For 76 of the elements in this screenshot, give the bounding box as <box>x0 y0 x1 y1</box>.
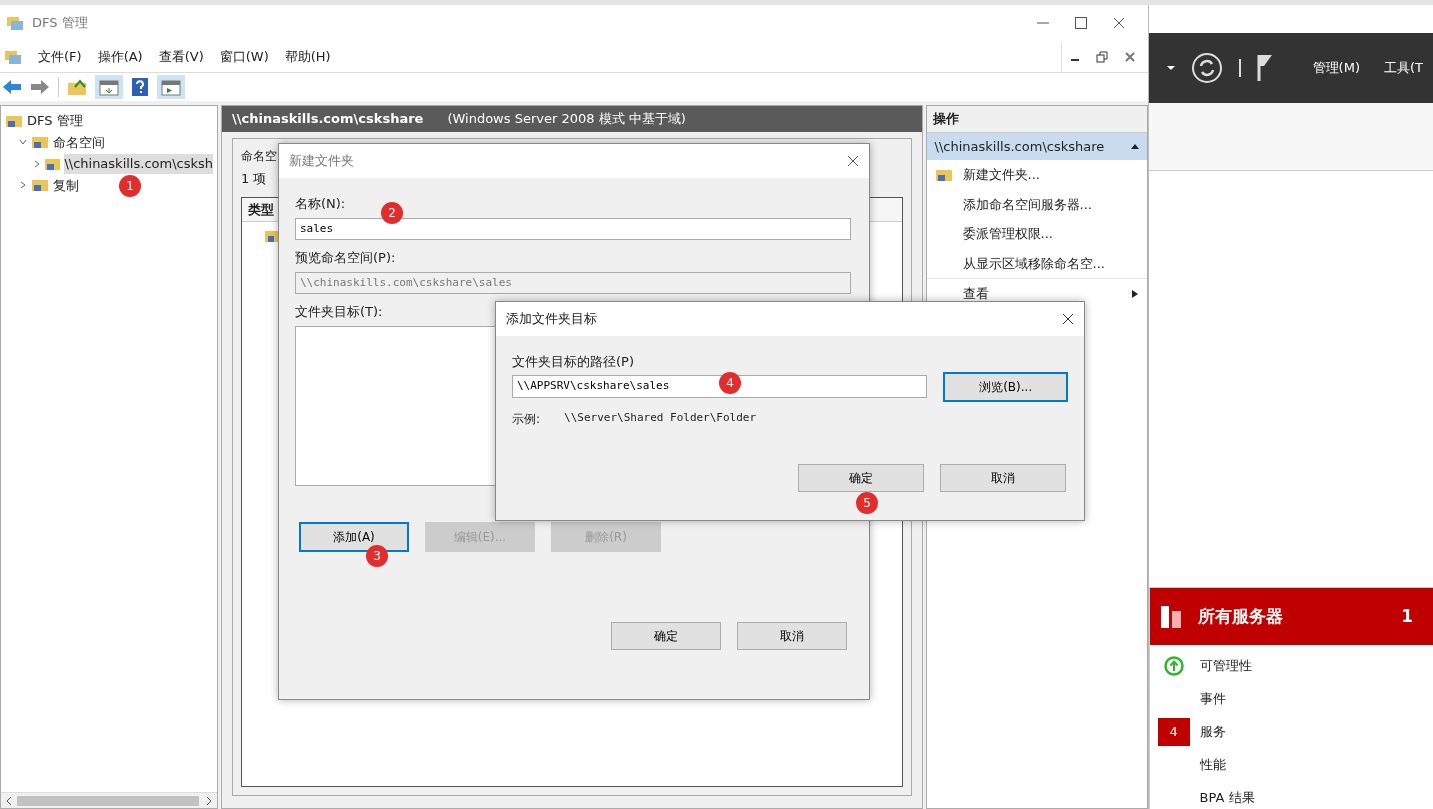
namespace-mode: (Windows Server 2008 模式 中基于域) <box>447 110 686 129</box>
tile-count: 1 <box>1401 604 1413 628</box>
menu-item[interactable]: 窗口(W) <box>219 46 269 67</box>
tab[interactable]: 命名空 <box>241 147 277 165</box>
scroll-right-icon[interactable] <box>205 795 213 806</box>
dialog-button[interactable]: 取消 <box>737 621 847 650</box>
example-label: 示例: <box>512 410 541 428</box>
column-header[interactable]: 类型 <box>248 201 274 217</box>
folder-icon <box>31 177 49 194</box>
tile-item[interactable]: 性能 <box>1199 754 1226 775</box>
dialog-button[interactable]: 确定 <box>611 621 721 650</box>
dialog-button[interactable]: 确定 <box>798 463 924 492</box>
field-label: 预览命名空间(P): <box>295 249 396 267</box>
tree-item[interactable]: \\chinaskills.com\csksh <box>64 154 213 174</box>
tree-item[interactable]: 命名空间 <box>53 132 105 152</box>
tree-item[interactable]: DFS 管理 <box>27 111 83 131</box>
action-item[interactable]: 从显示区域移除命名空... <box>962 253 1105 273</box>
field-label: 文件夹目标的路径(P) <box>512 353 634 371</box>
collapsed-chevron-icon[interactable] <box>19 181 27 190</box>
maximize-icon[interactable] <box>1073 16 1088 30</box>
scrollbar-thumb[interactable] <box>17 795 199 806</box>
caret-icon[interactable] <box>1166 65 1175 71</box>
action-item[interactable]: 新建文件夹... <box>962 165 1040 185</box>
folder-icon <box>31 134 49 151</box>
tree-item[interactable]: 复制 <box>53 175 79 195</box>
example-path: \\Server\Shared Folder\Folder <box>564 409 757 426</box>
tile-item[interactable]: BPA 结果 <box>1199 787 1255 808</box>
tile-title[interactable]: 所有服务器 <box>1197 603 1283 630</box>
preview-input: \\chinaskills.com\cskshare\sales <box>295 271 851 294</box>
menu-item[interactable]: 文件(F) <box>38 46 82 67</box>
item-count: 1 项 <box>241 170 267 188</box>
close-icon[interactable] <box>847 155 859 167</box>
actions-group[interactable]: \\chinaskills.com\cskshare <box>926 132 1147 160</box>
field-label: 文件夹目标(T): <box>295 303 383 321</box>
field-label: 名称(N): <box>295 195 346 213</box>
scroll-left-icon[interactable] <box>5 795 13 806</box>
namespace-path: \\chinaskills.com\cskshare <box>232 110 424 129</box>
submenu-arrow-icon[interactable] <box>1130 289 1139 298</box>
forward-arrow-icon[interactable] <box>30 79 50 95</box>
actions-header: 操作 <box>932 111 959 126</box>
menu-item[interactable]: 帮助(H) <box>284 46 331 67</box>
tile-item[interactable]: 事件 <box>1199 688 1226 709</box>
close-icon[interactable] <box>1111 16 1126 30</box>
collapse-caret-icon[interactable] <box>1130 142 1139 151</box>
browse-button[interactable]: 浏览(B)... <box>943 371 1068 402</box>
dialog-title: 添加文件夹目标 <box>506 310 597 329</box>
alert-count: 4 <box>1157 718 1190 746</box>
dialog-button[interactable]: 添加(A) <box>299 521 409 552</box>
restore-icon[interactable] <box>1095 50 1108 63</box>
up-arrow-status-icon <box>1163 655 1184 676</box>
menu-item[interactable]: 工具(T <box>1384 58 1423 78</box>
servers-icon <box>1159 604 1182 629</box>
flag-icon[interactable] <box>1256 54 1273 82</box>
action-item[interactable]: 添加命名空间服务器... <box>962 194 1092 214</box>
menu-item[interactable]: 操作(A) <box>97 46 143 67</box>
dialog-button[interactable]: 取消 <box>940 463 1066 492</box>
back-arrow-icon[interactable] <box>2 79 22 95</box>
action-item[interactable]: 委派管理权限... <box>962 224 1053 244</box>
window-title: DFS 管理 <box>32 14 88 33</box>
refresh-icon[interactable] <box>1190 52 1223 84</box>
app-icon <box>6 15 24 31</box>
dialog-title: 新建文件夹 <box>289 152 354 171</box>
folder-up-icon[interactable] <box>67 78 87 96</box>
name-input[interactable]: sales <box>295 217 851 240</box>
action-item[interactable]: 查看 <box>962 284 989 304</box>
app-icon <box>4 48 22 65</box>
expanded-chevron-icon[interactable] <box>19 138 27 147</box>
help-icon[interactable] <box>131 77 149 97</box>
close-icon[interactable] <box>1062 313 1074 325</box>
menu-item[interactable]: 查看(V) <box>158 46 204 67</box>
tile-item[interactable]: 服务 <box>1199 721 1226 742</box>
panel-icon[interactable] <box>161 79 181 96</box>
collapsed-chevron-icon[interactable] <box>33 159 41 168</box>
panel-icon[interactable] <box>99 79 119 96</box>
tile-item[interactable]: 可管理性 <box>1199 655 1252 676</box>
menu-item[interactable]: 管理(M) <box>1312 58 1360 78</box>
